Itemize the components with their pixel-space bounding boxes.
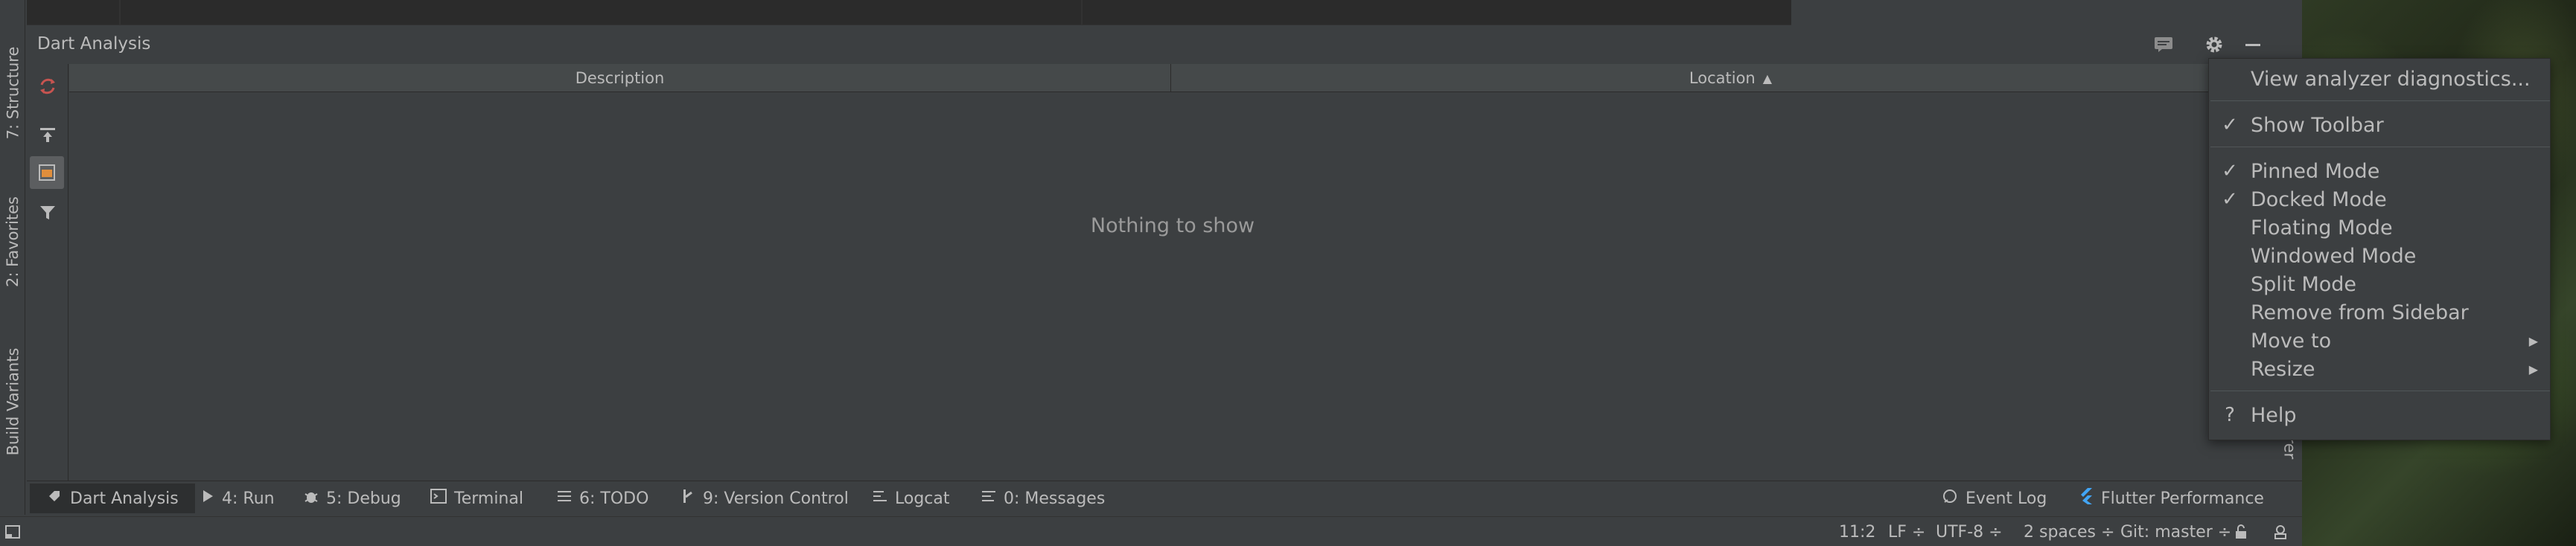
tab-debug[interactable]: 5: Debug xyxy=(304,484,401,513)
empty-state-text: Nothing to show xyxy=(1090,214,1255,237)
scope-icon[interactable] xyxy=(30,156,64,189)
branch-icon xyxy=(680,488,695,509)
menu-item-floating-mode[interactable]: Floating Mode xyxy=(2209,213,2551,242)
line-separator[interactable]: LF ÷ xyxy=(1888,519,1925,545)
tab-messages[interactable]: 0: Messages xyxy=(981,484,1105,513)
check-icon: ✓ xyxy=(2222,114,2238,136)
play-icon xyxy=(201,489,214,508)
tab-todo[interactable]: 6: TODO xyxy=(557,484,648,513)
minimize-icon[interactable] xyxy=(2239,31,2266,58)
gear-options-menu: View analyzer diagnostics... ✓ Show Tool… xyxy=(2208,58,2551,440)
tab-run[interactable]: 4: Run xyxy=(201,484,275,513)
menu-item-resize[interactable]: Resize ▶ xyxy=(2209,355,2551,383)
git-branch[interactable]: Git: master ÷ xyxy=(2120,519,2231,545)
check-icon: ✓ xyxy=(2222,188,2238,211)
menu-separator xyxy=(2210,100,2550,101)
tab-flutter-performance[interactable]: Flutter Performance xyxy=(2079,484,2264,513)
column-header-location[interactable]: Location ▲ xyxy=(1172,64,2289,92)
left-tool-strip: 7: Structure 2: Favorites Build Variants xyxy=(0,0,25,515)
tab-event-log[interactable]: Event Log xyxy=(1942,484,2047,513)
dart-icon xyxy=(46,488,63,509)
menu-item-help[interactable]: ? Help xyxy=(2209,401,2551,429)
help-icon: ? xyxy=(2225,404,2235,426)
tab-terminal[interactable]: Terminal xyxy=(430,484,523,513)
tab-dart-analysis[interactable]: Dart Analysis xyxy=(30,484,195,513)
terminal-icon xyxy=(430,489,447,508)
editor-area xyxy=(27,0,1791,25)
menu-item-split-mode[interactable]: Split Mode xyxy=(2209,270,2551,298)
inspector-icon[interactable] xyxy=(2272,519,2289,545)
event-log-icon xyxy=(1942,488,1958,509)
menu-item-view-analyzer-diagnostics[interactable]: View analyzer diagnostics... xyxy=(2209,65,2551,93)
lock-icon[interactable] xyxy=(2234,519,2248,545)
tab-logcat[interactable]: Logcat xyxy=(873,484,950,513)
editor-divider xyxy=(1081,0,1083,25)
bug-icon xyxy=(304,488,319,509)
messages-icon xyxy=(981,489,996,508)
flutter-icon xyxy=(2079,487,2094,510)
comment-icon[interactable] xyxy=(2150,31,2177,58)
menu-item-docked-mode[interactable]: ✓ Docked Mode xyxy=(2209,185,2551,213)
editor-gutter xyxy=(1791,0,2302,25)
gear-icon[interactable] xyxy=(2201,31,2228,58)
tab-build-variants[interactable]: Build Variants xyxy=(0,327,25,476)
tab-structure[interactable]: 7: Structure xyxy=(0,30,25,156)
panel-title: Dart Analysis xyxy=(37,34,151,54)
column-header-description[interactable]: Description xyxy=(69,64,1171,92)
filter-icon[interactable] xyxy=(33,198,63,228)
tab-favorites[interactable]: 2: Favorites xyxy=(0,179,25,305)
sort-ascending-icon: ▲ xyxy=(1762,71,1773,86)
menu-item-remove-from-sidebar[interactable]: Remove from Sidebar xyxy=(2209,298,2551,327)
submenu-arrow-icon: ▶ xyxy=(2528,333,2538,348)
export-icon[interactable] xyxy=(33,121,63,150)
check-icon: ✓ xyxy=(2222,160,2238,182)
problems-table xyxy=(69,64,2289,481)
menu-item-move-to[interactable]: Move to ▶ xyxy=(2209,327,2551,355)
tab-version-control[interactable]: 9: Version Control xyxy=(680,484,849,513)
menu-item-show-toolbar[interactable]: ✓ Show Toolbar xyxy=(2209,111,2551,139)
editor-divider xyxy=(119,0,121,25)
indent-setting[interactable]: 2 spaces ÷ xyxy=(2024,519,2114,545)
cursor-position[interactable]: 11:2 xyxy=(1839,519,1875,545)
logcat-icon xyxy=(873,489,887,508)
submenu-arrow-icon: ▶ xyxy=(2528,362,2538,376)
refresh-icon[interactable] xyxy=(33,71,63,101)
menu-item-pinned-mode[interactable]: ✓ Pinned Mode xyxy=(2209,157,2551,185)
file-encoding[interactable]: UTF-8 ÷ xyxy=(1936,519,2003,545)
menu-item-windowed-mode[interactable]: Windowed Mode xyxy=(2209,242,2551,270)
panel-header xyxy=(27,27,2302,64)
list-icon xyxy=(557,489,572,508)
toggle-tool-windows-icon[interactable] xyxy=(4,519,21,545)
